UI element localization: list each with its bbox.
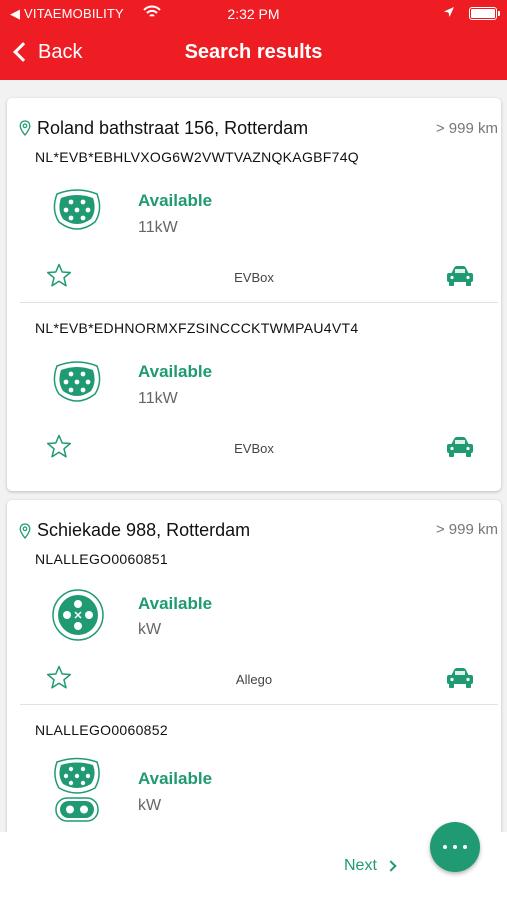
operator-name: EVBox — [234, 270, 274, 285]
ccs-connector-icon — [54, 757, 100, 822]
status-time: 2:32 PM — [227, 6, 280, 22]
charger-id: NL*EVB*EDHNORMXFZSINCCCKTWMPAU4VT4 — [35, 320, 359, 336]
page-title: Search results — [184, 41, 323, 63]
charger-id: NLALLEGO0060852 — [35, 722, 168, 738]
battery-icon — [469, 7, 500, 20]
charger-power: kW — [138, 797, 162, 814]
app-header: ◀ VITAEMOBILITY 2:32 PM Back Search resu… — [0, 0, 507, 80]
status-bar: ◀ VITAEMOBILITY 2:32 PM — [0, 4, 507, 26]
map-pin-icon — [19, 120, 31, 136]
location-card[interactable]: Schiekade 988, Rotterdam > 999 km NLALLE… — [7, 500, 501, 832]
type2-connector-icon — [53, 189, 101, 230]
more-options-button[interactable] — [430, 822, 480, 872]
location-address: Roland bathstraat 156, Rotterdam — [37, 118, 309, 138]
divider — [20, 302, 498, 303]
car-icon[interactable] — [446, 265, 474, 287]
availability-status: Available — [138, 594, 213, 613]
availability-status: Available — [138, 191, 213, 210]
charger-power: 11kW — [138, 390, 178, 407]
location-distance: > 999 km — [435, 521, 498, 538]
car-icon[interactable] — [446, 667, 474, 689]
charger-id: NL*EVB*EBHLVXOG6W2VWTVAZNQKAGBF74Q — [35, 149, 359, 165]
charger-power: kW — [138, 621, 162, 638]
availability-status: Available — [138, 362, 213, 381]
divider — [20, 704, 498, 705]
map-pin-icon — [19, 523, 31, 539]
availability-status: Available — [138, 769, 213, 788]
more-icon — [440, 845, 470, 849]
operator-name: Allego — [235, 672, 273, 687]
next-button[interactable]: Next — [344, 857, 397, 875]
location-card[interactable]: Roland bathstraat 156, Rotterdam > 999 k… — [7, 98, 501, 491]
results-list[interactable]: Roland bathstraat 156, Rotterdam > 999 k… — [0, 80, 507, 832]
next-label: Next — [344, 857, 377, 874]
chevron-right-icon — [385, 860, 397, 872]
charger-power: 11kW — [138, 219, 178, 236]
car-icon[interactable] — [446, 436, 474, 458]
chademo-connector-icon — [52, 589, 104, 641]
location-distance: > 999 km — [435, 120, 498, 137]
operator-name: EVBox — [234, 441, 274, 456]
charger-id: NLALLEGO0060851 — [35, 551, 168, 567]
type2-connector-icon — [53, 361, 101, 402]
location-address: Schiekade 988, Rotterdam — [37, 520, 251, 540]
location-arrow-icon — [444, 7, 454, 17]
